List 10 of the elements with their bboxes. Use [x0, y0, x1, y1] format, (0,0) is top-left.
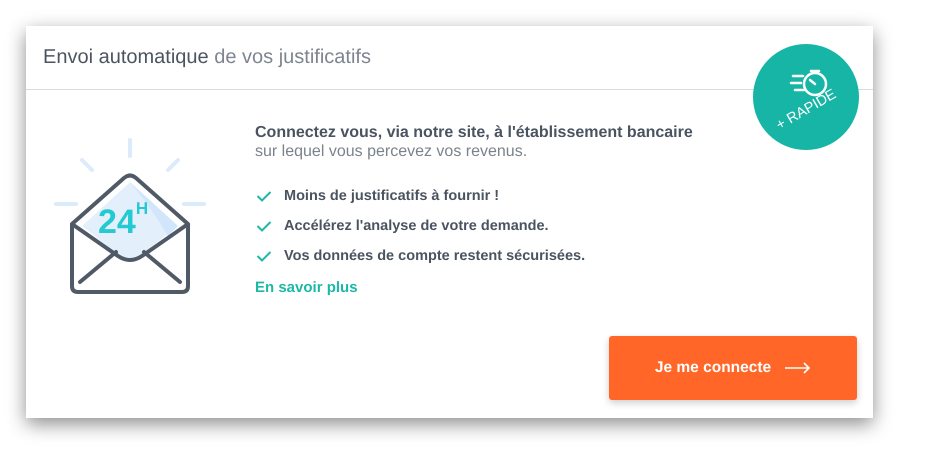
arrow-right-icon: [785, 362, 812, 374]
intro-headline: Connectez vous, via notre site, à l'établissement bancaire: [255, 124, 693, 142]
connect-button[interactable]: Je me connecte: [609, 336, 857, 400]
benefit-text: Moins de justificatifs à fournir !: [284, 188, 500, 204]
benefit-text: Vos données de compte restent sécurisées.: [284, 248, 586, 264]
intro-text: sur lequel vous percevez vos revenus.: [255, 143, 528, 161]
learn-more-link[interactable]: En savoir plus: [255, 279, 358, 296]
benefit-text: Accélérez l'analyse de votre demande.: [284, 218, 549, 234]
delay-label: 24$^{H}$: [98, 203, 148, 242]
card-title: Envoi automatique de vos justificatifs: [43, 46, 371, 69]
